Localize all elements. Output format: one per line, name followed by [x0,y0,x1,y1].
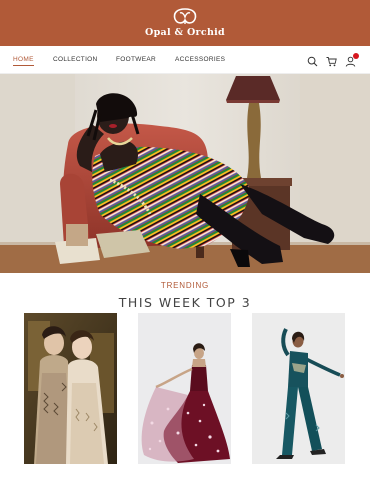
opal-orchid-logo-icon[interactable] [171,8,199,26]
hero-fashion-photo [0,74,370,273]
brand-name[interactable]: Opal & Orchid [145,27,225,38]
user-icon[interactable] [345,53,359,67]
cart-icon[interactable] [326,54,337,67]
teal-jumpsuit-photo [252,313,345,464]
nav-footwear[interactable]: FOOTWEAR [116,56,156,63]
product-card-3[interactable] [252,313,345,464]
main-nav: HOME COLLECTION FOOTWEAR ACCESSORIES [0,46,370,74]
nav-icon-group [307,53,359,67]
hero-image[interactable] [0,74,370,273]
nav-collection[interactable]: COLLECTION [53,56,98,63]
notification-badge [353,53,359,59]
trending-kicker: TRENDING [160,281,210,290]
site-header: Opal & Orchid [0,0,370,46]
product-card-1[interactable] [24,313,117,464]
search-icon[interactable] [307,54,318,67]
nav-accessories[interactable]: ACCESSORIES [175,56,225,63]
section-title: THIS WEEK TOP 3 [118,295,252,310]
burgundy-gown-photo [138,313,231,464]
nav-home[interactable]: HOME [13,56,34,66]
product-card-2[interactable] [138,313,231,464]
two-women-gowns-photo [24,313,117,464]
